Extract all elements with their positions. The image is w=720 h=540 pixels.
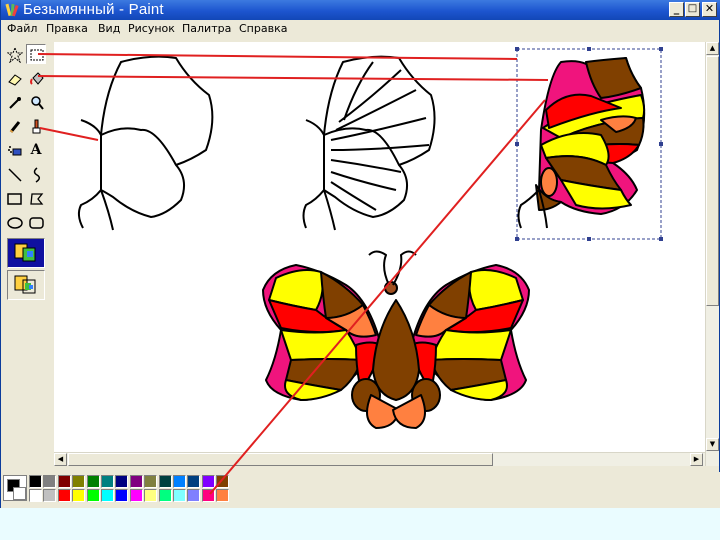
close-button[interactable]: ✕ — [702, 2, 717, 17]
eyedropper-icon — [9, 97, 21, 109]
toolbox: A — [2, 42, 52, 462]
drawing-canvas[interactable] — [54, 42, 705, 452]
current-colors[interactable] — [3, 475, 27, 501]
butterfly-outline-sketch — [77, 55, 214, 231]
line-icon — [8, 168, 22, 182]
palette-swatch[interactable] — [86, 475, 100, 488]
ellipse-icon — [7, 217, 23, 229]
scroll-right-icon[interactable]: ▶ — [690, 453, 703, 466]
paint-bucket-icon — [30, 72, 44, 85]
palette-swatch[interactable] — [187, 475, 201, 488]
menu-file[interactable]: Файл — [7, 22, 37, 36]
background-color[interactable] — [13, 487, 26, 500]
free-select-tool[interactable] — [4, 44, 24, 64]
menu-palette[interactable]: Палитра — [182, 22, 231, 36]
horizontal-scroll-thumb[interactable] — [68, 453, 493, 466]
magnifier-icon — [31, 96, 44, 110]
menu-help[interactable]: Справка — [239, 22, 287, 36]
vertical-scrollbar[interactable]: ▲ ▼ — [705, 42, 719, 466]
polygon-tool[interactable] — [26, 188, 46, 208]
vertical-scroll-thumb[interactable] — [706, 56, 719, 306]
palette-swatch[interactable] — [57, 475, 71, 488]
magnifier-tool[interactable] — [26, 92, 46, 112]
pencil-tool[interactable] — [4, 116, 24, 136]
palette-swatch[interactable] — [101, 489, 114, 502]
palette-swatch[interactable] — [115, 489, 129, 502]
palette-swatch[interactable] — [129, 489, 143, 502]
menu-image[interactable]: Рисунок — [128, 22, 175, 36]
canvas-drawing — [77, 47, 663, 429]
palette-swatch[interactable] — [43, 489, 57, 502]
scroll-left-icon[interactable]: ◀ — [54, 453, 67, 466]
paint-window: Безымянный - Paint _ □ ✕ Файл Правка Вид… — [0, 0, 720, 508]
palette-swatch[interactable] — [201, 489, 215, 502]
curve-tool[interactable] — [26, 164, 46, 184]
minimize-button[interactable]: _ — [669, 2, 684, 17]
palette-swatch[interactable] — [187, 489, 201, 502]
palette-swatch[interactable] — [173, 475, 186, 488]
pick-color-tool[interactable] — [4, 92, 24, 112]
palette-swatch[interactable] — [101, 475, 114, 488]
text-tool[interactable]: A — [26, 140, 46, 160]
opaque-selection-icon — [14, 243, 36, 262]
eraser-tool[interactable] — [4, 68, 24, 88]
line-tool[interactable] — [4, 164, 24, 184]
polygon-icon — [30, 193, 44, 205]
palette-swatch[interactable] — [29, 475, 42, 488]
palette-swatch[interactable] — [144, 475, 158, 488]
canvas-area — [54, 42, 705, 452]
color-palette — [1, 472, 720, 508]
palette-swatch[interactable] — [216, 489, 230, 502]
airbrush-tool[interactable] — [4, 140, 24, 160]
ellipse-tool[interactable] — [4, 212, 24, 232]
palette-swatch[interactable] — [43, 475, 57, 488]
palette-swatch[interactable] — [216, 475, 230, 488]
eraser-icon — [8, 74, 22, 86]
transparent-option[interactable] — [7, 270, 45, 300]
rect-select-tool[interactable] — [26, 44, 46, 64]
paint-app-icon — [5, 3, 19, 17]
palette-swatch[interactable] — [72, 475, 86, 488]
opaque-option[interactable] — [7, 238, 45, 268]
horizontal-scrollbar[interactable]: ◀ ▶ — [54, 452, 705, 466]
maximize-button[interactable]: □ — [685, 2, 700, 17]
palette-swatch[interactable] — [201, 475, 215, 488]
palette-swatch[interactable] — [115, 475, 129, 488]
palette-swatch[interactable] — [72, 489, 86, 502]
palette-swatch[interactable] — [86, 489, 100, 502]
fill-tool[interactable] — [26, 68, 46, 88]
menu-edit[interactable]: Правка — [46, 22, 88, 36]
palette-swatch[interactable] — [129, 475, 143, 488]
menu-bar: Файл Правка Вид Рисунок Палитра Справка — [1, 20, 719, 38]
palette-swatch[interactable] — [158, 475, 172, 488]
window-title: Безымянный - Paint — [23, 1, 164, 18]
rounded-rect-icon — [29, 217, 44, 229]
transparent-selection-icon — [14, 275, 36, 294]
palette-swatch[interactable] — [57, 489, 71, 502]
colored-butterfly — [262, 250, 530, 429]
colored-half-butterfly — [535, 57, 646, 215]
airbrush-icon — [8, 146, 22, 156]
palette-swatch[interactable] — [29, 489, 42, 502]
rectangle-tool[interactable] — [4, 188, 24, 208]
rectangle-icon — [7, 193, 22, 205]
palette-swatch[interactable] — [158, 489, 172, 502]
brush-tool[interactable] — [26, 116, 46, 136]
title-bar[interactable]: Безымянный - Paint _ □ ✕ — [1, 0, 720, 20]
pencil-icon — [9, 121, 21, 133]
palette-swatch[interactable] — [144, 489, 158, 502]
star-select-icon — [7, 47, 23, 63]
brush-icon — [32, 119, 41, 134]
curve-icon — [33, 167, 40, 183]
rounded-rect-tool[interactable] — [26, 212, 46, 232]
scroll-up-icon[interactable]: ▲ — [706, 42, 719, 55]
butterfly-veined-sketch — [302, 55, 436, 231]
scroll-down-icon[interactable]: ▼ — [706, 438, 719, 451]
menu-view[interactable]: Вид — [98, 22, 120, 36]
rect-select-icon — [30, 49, 44, 61]
palette-swatch[interactable] — [173, 489, 186, 502]
text-icon: A — [30, 142, 42, 158]
